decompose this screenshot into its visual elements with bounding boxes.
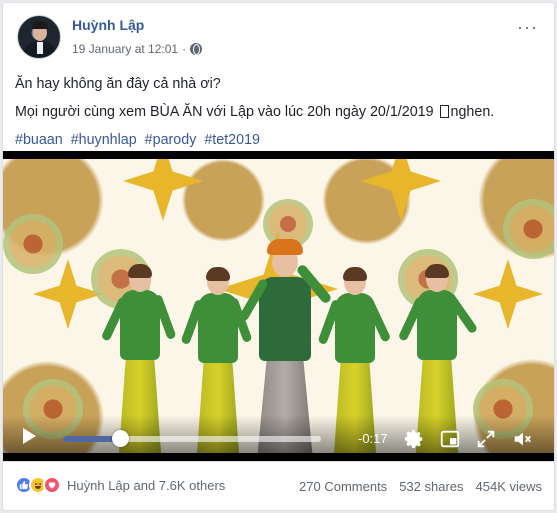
views-count: 454K views xyxy=(475,479,542,494)
globe-icon xyxy=(190,43,203,55)
post-header: Huỳnh Lập 19 January at 12:01 · ··· xyxy=(15,13,542,63)
video-controls: -0:17 xyxy=(3,415,554,453)
reactions-summary[interactable]: Huỳnh Lập and 7.6K others xyxy=(15,476,225,494)
fullscreen-icon[interactable] xyxy=(475,428,497,450)
time-remaining: -0:17 xyxy=(358,431,388,446)
post-footer: Huỳnh Lập and 7.6K others 270 Comments 5… xyxy=(3,461,554,511)
post-line-2: Mọi người cùng xem BÙA ĂN với Lập vào lú… xyxy=(15,104,495,120)
hashtag-link[interactable]: #tet2019 xyxy=(204,132,260,148)
hashtag-link[interactable]: #huynhlap xyxy=(71,132,137,148)
avatar[interactable] xyxy=(17,15,61,59)
post-line-1: Ăn hay không ăn đây cả nhà ơi? xyxy=(15,76,221,92)
shares-count[interactable]: 532 shares xyxy=(399,479,463,494)
reaction-text[interactable]: Huỳnh Lập and 7.6K others xyxy=(67,478,225,493)
play-icon[interactable] xyxy=(23,428,36,444)
gear-icon[interactable] xyxy=(403,428,425,450)
video-player[interactable]: -0:17 xyxy=(3,151,554,461)
post-date[interactable]: 19 January at 12:01 xyxy=(72,42,178,56)
engagement-stats: 270 Comments 532 shares 454K views xyxy=(299,479,542,494)
video-frame[interactable] xyxy=(3,159,554,453)
post-meta: 19 January at 12:01 · xyxy=(72,42,203,56)
love-icon xyxy=(43,476,61,494)
seek-handle[interactable] xyxy=(111,430,129,447)
hashtag-link[interactable]: #buaan xyxy=(15,132,63,148)
seek-bar[interactable] xyxy=(63,436,321,442)
more-options-button[interactable]: ··· xyxy=(517,17,538,38)
author-name[interactable]: Huỳnh Lập xyxy=(72,17,144,33)
comments-count[interactable]: 270 Comments xyxy=(299,479,387,494)
theater-mode-icon[interactable] xyxy=(439,428,461,450)
hashtag-link[interactable]: #parody xyxy=(145,132,197,148)
missing-glyph-box xyxy=(439,105,449,118)
post-text: Ăn hay không ăn đây cả nhà ơi? Mọi người… xyxy=(15,73,542,157)
post-card: Huỳnh Lập 19 January at 12:01 · ··· Ăn h… xyxy=(2,2,555,511)
mute-icon[interactable] xyxy=(511,428,533,450)
hashtags: #buaan #huynhlap #parody #tet2019 xyxy=(15,129,542,151)
